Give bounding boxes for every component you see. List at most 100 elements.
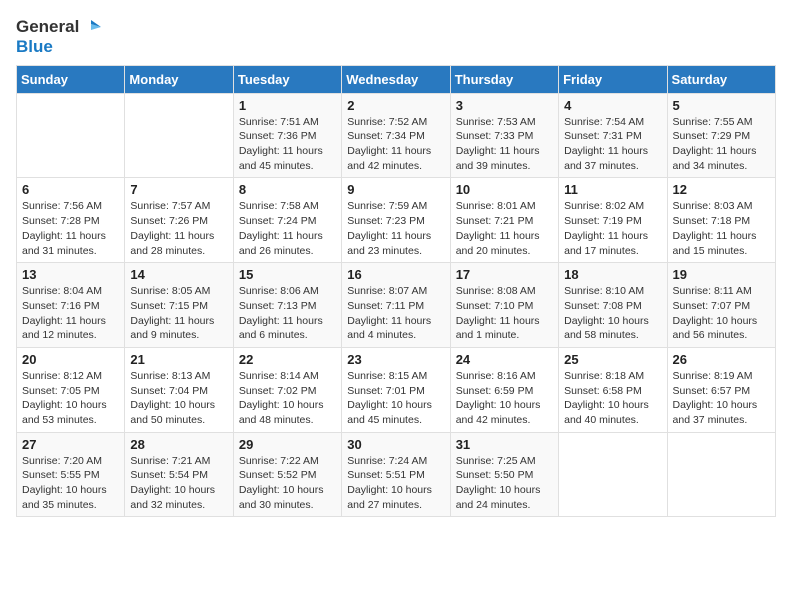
calendar-cell: 24Sunrise: 8:16 AM Sunset: 6:59 PM Dayli…: [450, 347, 558, 432]
day-info: Sunrise: 7:52 AM Sunset: 7:34 PM Dayligh…: [347, 115, 444, 174]
day-number: 30: [347, 437, 444, 452]
calendar-cell: 4 Sunrise: 7:54 AM Sunset: 7:31 PM Daylig…: [559, 93, 667, 178]
calendar-cell: [17, 93, 125, 178]
day-info: Sunrise: 7:25 AM Sunset: 5:50 PM Dayligh…: [456, 454, 553, 513]
calendar-cell: [125, 93, 233, 178]
calendar-week-row: 20 Sunrise: 8:12 AM Sunset: 7:05 PM Dayli…: [17, 347, 776, 432]
day-number: 5: [673, 98, 770, 113]
calendar-cell: 23 Sunrise: 8:15 AM Sunset: 7:01 PM Dayli…: [342, 347, 450, 432]
day-number: 3: [456, 98, 553, 113]
calendar-cell: 2 Sunrise: 7:52 AM Sunset: 7:34 PM Daylig…: [342, 93, 450, 178]
logo-bird-icon: [81, 16, 103, 38]
calendar-cell: 13 Sunrise: 8:04 AM Sunset: 7:16 PM Dayli…: [17, 263, 125, 348]
calendar-cell: [667, 432, 775, 517]
day-number: 17: [456, 267, 553, 282]
calendar-cell: 7 Sunrise: 7:57 AM Sunset: 7:26 PM Daylig…: [125, 178, 233, 263]
day-number: 7: [130, 182, 227, 197]
calendar-cell: 31 Sunrise: 7:25 AM Sunset: 5:50 PM Dayli…: [450, 432, 558, 517]
day-info: Sunrise: 8:04 AM Sunset: 7:16 PM Dayligh…: [22, 284, 119, 343]
calendar-cell: 9 Sunrise: 7:59 AM Sunset: 7:23 PM Daylig…: [342, 178, 450, 263]
day-number: 31: [456, 437, 553, 452]
calendar-week-row: 1 Sunrise: 7:51 AM Sunset: 7:36 PM Daylig…: [17, 93, 776, 178]
calendar-cell: 20 Sunrise: 8:12 AM Sunset: 7:05 PM Dayli…: [17, 347, 125, 432]
day-info: Sunrise: 8:11 AM Sunset: 7:07 PM Dayligh…: [673, 284, 770, 343]
calendar-cell: 30 Sunrise: 7:24 AM Sunset: 5:51 PM Dayli…: [342, 432, 450, 517]
day-number: 11: [564, 182, 661, 197]
day-number: 2: [347, 98, 444, 113]
day-info: Sunrise: 8:13 AM Sunset: 7:04 PM Dayligh…: [130, 369, 227, 428]
day-number: 4: [564, 98, 661, 113]
calendar-week-row: 6Sunrise: 7:56 AM Sunset: 7:28 PM Daylig…: [17, 178, 776, 263]
header-saturday: Saturday: [667, 65, 775, 93]
day-number: 27: [22, 437, 119, 452]
day-number: 10: [456, 182, 553, 197]
day-info: Sunrise: 7:55 AM Sunset: 7:29 PM Dayligh…: [673, 115, 770, 174]
calendar-cell: 19 Sunrise: 8:11 AM Sunset: 7:07 PM Dayli…: [667, 263, 775, 348]
calendar-cell: 1 Sunrise: 7:51 AM Sunset: 7:36 PM Daylig…: [233, 93, 341, 178]
day-number: 26: [673, 352, 770, 367]
header-friday: Friday: [559, 65, 667, 93]
day-info: Sunrise: 8:06 AM Sunset: 7:13 PM Dayligh…: [239, 284, 336, 343]
day-number: 23: [347, 352, 444, 367]
calendar-week-row: 27 Sunrise: 7:20 AM Sunset: 5:55 PM Dayli…: [17, 432, 776, 517]
day-info: Sunrise: 7:20 AM Sunset: 5:55 PM Dayligh…: [22, 454, 119, 513]
calendar-cell: 29 Sunrise: 7:22 AM Sunset: 5:52 PM Dayli…: [233, 432, 341, 517]
day-number: 13: [22, 267, 119, 282]
day-number: 9: [347, 182, 444, 197]
day-info: Sunrise: 7:58 AM Sunset: 7:24 PM Dayligh…: [239, 199, 336, 258]
day-number: 16: [347, 267, 444, 282]
day-info: Sunrise: 8:14 AM Sunset: 7:02 PM Dayligh…: [239, 369, 336, 428]
header-wednesday: Wednesday: [342, 65, 450, 93]
calendar-cell: 16 Sunrise: 8:07 AM Sunset: 7:11 PM Dayli…: [342, 263, 450, 348]
calendar-cell: [559, 432, 667, 517]
header-thursday: Thursday: [450, 65, 558, 93]
day-info: Sunrise: 7:51 AM Sunset: 7:36 PM Dayligh…: [239, 115, 336, 174]
calendar-header-row: SundayMondayTuesdayWednesdayThursdayFrid…: [17, 65, 776, 93]
day-number: 18: [564, 267, 661, 282]
day-number: 1: [239, 98, 336, 113]
day-number: 20: [22, 352, 119, 367]
day-info: Sunrise: 8:08 AM Sunset: 7:10 PM Dayligh…: [456, 284, 553, 343]
calendar-cell: 14Sunrise: 8:05 AM Sunset: 7:15 PM Dayli…: [125, 263, 233, 348]
calendar-table: SundayMondayTuesdayWednesdayThursdayFrid…: [16, 65, 776, 518]
calendar-cell: 15 Sunrise: 8:06 AM Sunset: 7:13 PM Dayli…: [233, 263, 341, 348]
day-info: Sunrise: 8:19 AM Sunset: 6:57 PM Dayligh…: [673, 369, 770, 428]
calendar-cell: 10 Sunrise: 8:01 AM Sunset: 7:21 PM Dayli…: [450, 178, 558, 263]
day-number: 22: [239, 352, 336, 367]
day-number: 28: [130, 437, 227, 452]
day-info: Sunrise: 7:21 AM Sunset: 5:54 PM Dayligh…: [130, 454, 227, 513]
day-number: 21: [130, 352, 227, 367]
day-info: Sunrise: 7:56 AM Sunset: 7:28 PM Dayligh…: [22, 199, 119, 258]
day-number: 24: [456, 352, 553, 367]
day-info: Sunrise: 8:05 AM Sunset: 7:15 PM Dayligh…: [130, 284, 227, 343]
header-tuesday: Tuesday: [233, 65, 341, 93]
calendar-cell: 17 Sunrise: 8:08 AM Sunset: 7:10 PM Dayli…: [450, 263, 558, 348]
day-info: Sunrise: 8:12 AM Sunset: 7:05 PM Dayligh…: [22, 369, 119, 428]
day-number: 12: [673, 182, 770, 197]
calendar-cell: 8 Sunrise: 7:58 AM Sunset: 7:24 PM Daylig…: [233, 178, 341, 263]
day-number: 15: [239, 267, 336, 282]
calendar-cell: 18Sunrise: 8:10 AM Sunset: 7:08 PM Dayli…: [559, 263, 667, 348]
calendar-cell: 22 Sunrise: 8:14 AM Sunset: 7:02 PM Dayli…: [233, 347, 341, 432]
day-info: Sunrise: 8:15 AM Sunset: 7:01 PM Dayligh…: [347, 369, 444, 428]
day-info: Sunrise: 7:54 AM Sunset: 7:31 PM Dayligh…: [564, 115, 661, 174]
day-info: Sunrise: 8:02 AM Sunset: 7:19 PM Dayligh…: [564, 199, 661, 258]
day-info: Sunrise: 8:07 AM Sunset: 7:11 PM Dayligh…: [347, 284, 444, 343]
day-info: Sunrise: 8:18 AM Sunset: 6:58 PM Dayligh…: [564, 369, 661, 428]
logo-text: General Blue: [16, 16, 103, 57]
header-sunday: Sunday: [17, 65, 125, 93]
calendar-cell: 27 Sunrise: 7:20 AM Sunset: 5:55 PM Dayli…: [17, 432, 125, 517]
calendar-cell: 28 Sunrise: 7:21 AM Sunset: 5:54 PM Dayli…: [125, 432, 233, 517]
day-number: 19: [673, 267, 770, 282]
page-header: General Blue: [16, 16, 776, 57]
day-info: Sunrise: 7:24 AM Sunset: 5:51 PM Dayligh…: [347, 454, 444, 513]
day-number: 8: [239, 182, 336, 197]
day-info: Sunrise: 8:01 AM Sunset: 7:21 PM Dayligh…: [456, 199, 553, 258]
day-info: Sunrise: 7:53 AM Sunset: 7:33 PM Dayligh…: [456, 115, 553, 174]
day-info: Sunrise: 7:22 AM Sunset: 5:52 PM Dayligh…: [239, 454, 336, 513]
day-info: Sunrise: 7:57 AM Sunset: 7:26 PM Dayligh…: [130, 199, 227, 258]
day-number: 29: [239, 437, 336, 452]
calendar-week-row: 13 Sunrise: 8:04 AM Sunset: 7:16 PM Dayli…: [17, 263, 776, 348]
calendar-cell: 6Sunrise: 7:56 AM Sunset: 7:28 PM Daylig…: [17, 178, 125, 263]
day-info: Sunrise: 7:59 AM Sunset: 7:23 PM Dayligh…: [347, 199, 444, 258]
